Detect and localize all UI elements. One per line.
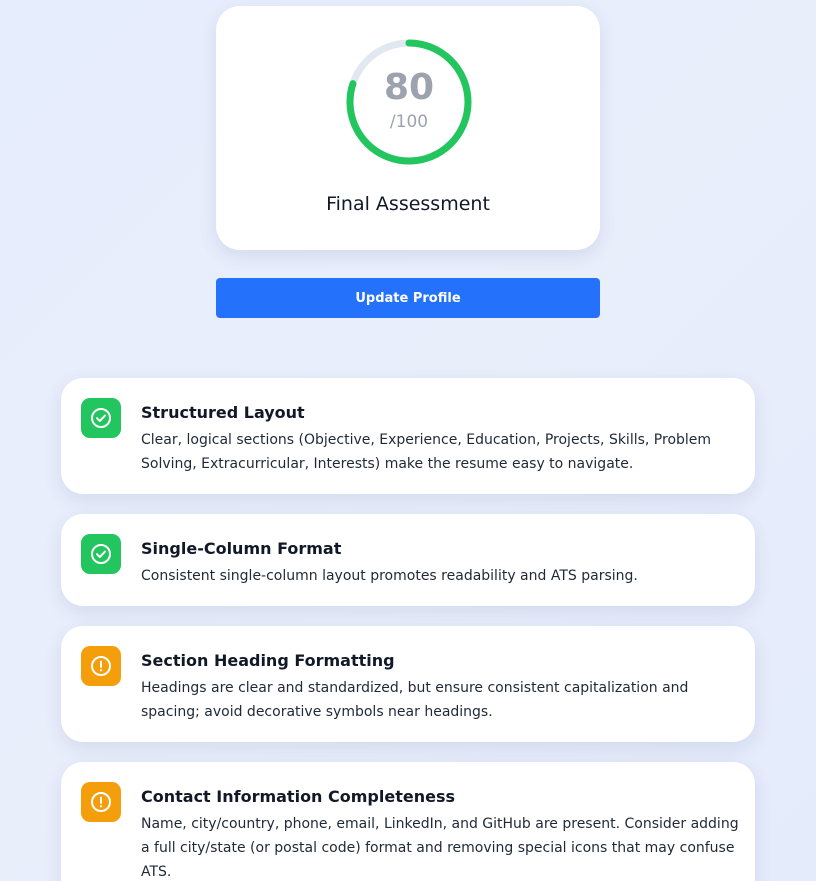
feedback-description: Clear, logical sections (Objective, Expe… xyxy=(141,432,712,472)
alert-circle-icon xyxy=(91,792,111,812)
status-badge xyxy=(81,534,121,574)
status-badge xyxy=(81,782,121,822)
feedback-title: Contact Information Completeness xyxy=(141,787,455,806)
score-title: Final Assessment xyxy=(326,193,490,215)
feedback-description: Consistent single-column layout promotes… xyxy=(141,568,638,584)
feedback-title: Section Heading Formatting xyxy=(141,651,395,670)
score-max: /100 xyxy=(389,112,429,132)
feedback-title: Single-Column Format xyxy=(141,539,342,558)
feedback-title: Structured Layout xyxy=(141,403,305,422)
score-card: 80 /100 Final Assessment xyxy=(216,6,600,250)
feedback-card: Section Heading Formatting Headings are … xyxy=(61,626,755,742)
feedback-card: Single-Column Format Consistent single-c… xyxy=(61,514,755,606)
status-badge xyxy=(81,398,121,438)
check-circle-icon xyxy=(91,544,111,564)
alert-circle-icon xyxy=(91,656,111,676)
score-ring: 80 /100 xyxy=(345,38,473,166)
score-value: 80 xyxy=(383,67,435,108)
feedback-description: Headings are clear and standardized, but… xyxy=(141,680,689,720)
feedback-description: Name, city/country, phone, email, Linked… xyxy=(141,816,739,880)
feedback-card: Contact Information Completeness Name, c… xyxy=(61,762,755,881)
feedback-card: Structured Layout Clear, logical section… xyxy=(61,378,755,494)
status-badge xyxy=(81,646,121,686)
check-circle-icon xyxy=(91,408,111,428)
update-profile-button[interactable]: Update Profile xyxy=(216,278,600,318)
